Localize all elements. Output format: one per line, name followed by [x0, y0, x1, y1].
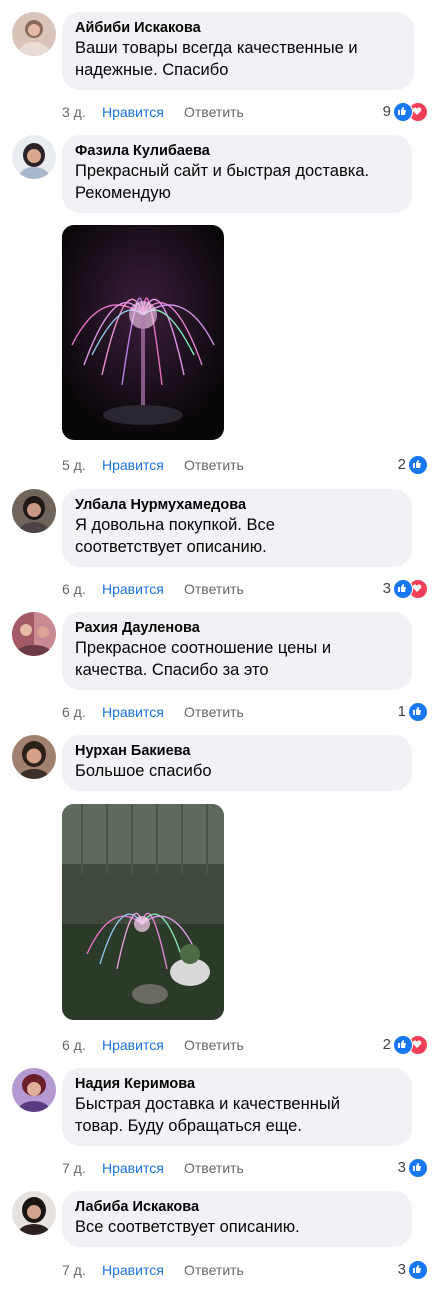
comment-bubble: Айбиби Искакова Ваши товары всегда качес…: [62, 12, 414, 90]
comment-actions: 6 д. Нравится Ответить: [62, 1035, 244, 1055]
garden-lamp-image: [62, 804, 224, 1020]
reaction-count: 1: [397, 703, 406, 720]
comment-text: Быстрая доставка и качественный товар. Б…: [75, 1095, 340, 1135]
comment-author[interactable]: Фазила Кулибаева: [75, 142, 399, 160]
comment-text: Большое спасибо: [75, 762, 212, 780]
reaction-summary[interactable]: 3: [398, 1259, 428, 1281]
reaction-count: 3: [382, 580, 391, 597]
reaction-summary[interactable]: 2: [398, 454, 428, 476]
avatar[interactable]: [12, 489, 56, 533]
comment-feed: Айбиби Искакова Ваши товары всегда качес…: [0, 0, 440, 1293]
reaction-summary[interactable]: 3: [383, 578, 428, 600]
reaction-summary[interactable]: 9: [383, 101, 428, 123]
like-reaction-icon: [393, 102, 413, 122]
like-button[interactable]: Нравится: [102, 579, 184, 599]
comment-bubble: Фазила Кулибаева Прекрасный сайт и быстр…: [62, 135, 412, 213]
like-button[interactable]: Нравится: [102, 455, 184, 475]
like-reaction-icon: [408, 702, 428, 722]
comment-actions: 3 д. Нравится Ответить: [62, 102, 244, 122]
like-button[interactable]: Нравится: [102, 702, 184, 722]
comment-author[interactable]: Лабиба Искакова: [75, 1198, 399, 1216]
comment-time[interactable]: 7 д.: [62, 1260, 102, 1280]
like-reaction-icon: [408, 455, 428, 475]
comment-actions: 7 д. Нравится Ответить: [62, 1158, 244, 1178]
comment-bubble: Рахия Дауленова Прекрасное соотношение ц…: [62, 612, 412, 690]
comment-bubble: Улбала Нурмухамедова Я довольна покупкой…: [62, 489, 412, 567]
comment-time[interactable]: 3 д.: [62, 102, 102, 122]
like-button[interactable]: Нравится: [102, 102, 184, 122]
reply-button[interactable]: Ответить: [184, 1158, 244, 1178]
comment-photo-garden[interactable]: [62, 804, 224, 1020]
like-reaction-icon: [393, 579, 413, 599]
avatar[interactable]: [12, 1068, 56, 1112]
comment-text: Все соответствует описанию.: [75, 1218, 300, 1236]
comment-bubble: Нурхан Бакиева Большое спасибо: [62, 735, 412, 791]
reaction-count: 9: [382, 103, 391, 120]
comment-actions: 6 д. Нравится Ответить: [62, 579, 244, 599]
comment-time[interactable]: 7 д.: [62, 1158, 102, 1178]
comment-author[interactable]: Айбиби Искакова: [75, 19, 401, 37]
comment-actions: 7 д. Нравится Ответить: [62, 1260, 244, 1280]
avatar[interactable]: [12, 12, 56, 56]
avatar[interactable]: [12, 612, 56, 656]
reaction-summary[interactable]: 2: [383, 1034, 428, 1056]
reaction-count: 3: [397, 1261, 406, 1278]
reaction-summary[interactable]: 3: [398, 1157, 428, 1179]
comment-time[interactable]: 6 д.: [62, 1035, 102, 1055]
comment-text: Прекрасное соотношение цены и качества. …: [75, 639, 332, 679]
comment-text: Я довольна покупкой. Все соответствует о…: [75, 516, 275, 556]
avatar[interactable]: [12, 735, 56, 779]
avatar[interactable]: [12, 1191, 56, 1235]
like-button[interactable]: Нравится: [102, 1035, 184, 1055]
reply-button[interactable]: Ответить: [184, 579, 244, 599]
comment-time[interactable]: 6 д.: [62, 579, 102, 599]
reply-button[interactable]: Ответить: [184, 702, 244, 722]
comment-author[interactable]: Надия Керимова: [75, 1075, 399, 1093]
like-reaction-icon: [393, 1035, 413, 1055]
reaction-count: 2: [382, 1036, 391, 1053]
like-button[interactable]: Нравится: [102, 1260, 184, 1280]
reaction-summary[interactable]: 1: [398, 701, 428, 723]
comment-bubble: Лабиба Искакова Все соответствует описан…: [62, 1191, 412, 1247]
comment-actions: 6 д. Нравится Ответить: [62, 702, 244, 722]
comment-time[interactable]: 6 д.: [62, 702, 102, 722]
comment-author[interactable]: Рахия Дауленова: [75, 619, 399, 637]
comment-text: Ваши товары всегда качественные и надежн…: [75, 39, 358, 79]
like-button[interactable]: Нравится: [102, 1158, 184, 1178]
reaction-count: 2: [397, 456, 406, 473]
reply-button[interactable]: Ответить: [184, 1035, 244, 1055]
avatar[interactable]: [12, 135, 56, 179]
comment-text: Прекрасный сайт и быстрая доставка. Реко…: [75, 162, 370, 202]
reply-button[interactable]: Ответить: [184, 102, 244, 122]
comment-bubble: Надия Керимова Быстрая доставка и качест…: [62, 1068, 412, 1146]
reaction-count: 3: [397, 1159, 406, 1176]
like-reaction-icon: [408, 1158, 428, 1178]
comment-author[interactable]: Улбала Нурмухамедова: [75, 496, 399, 514]
comment-author[interactable]: Нурхан Бакиева: [75, 742, 399, 760]
comment-actions: 5 д. Нравится Ответить: [62, 455, 244, 475]
fiber-lamp-image: [62, 225, 224, 440]
comment-photo-lamp[interactable]: [62, 225, 224, 440]
reply-button[interactable]: Ответить: [184, 1260, 244, 1280]
like-reaction-icon: [408, 1260, 428, 1280]
reply-button[interactable]: Ответить: [184, 455, 244, 475]
comment-time[interactable]: 5 д.: [62, 455, 102, 475]
